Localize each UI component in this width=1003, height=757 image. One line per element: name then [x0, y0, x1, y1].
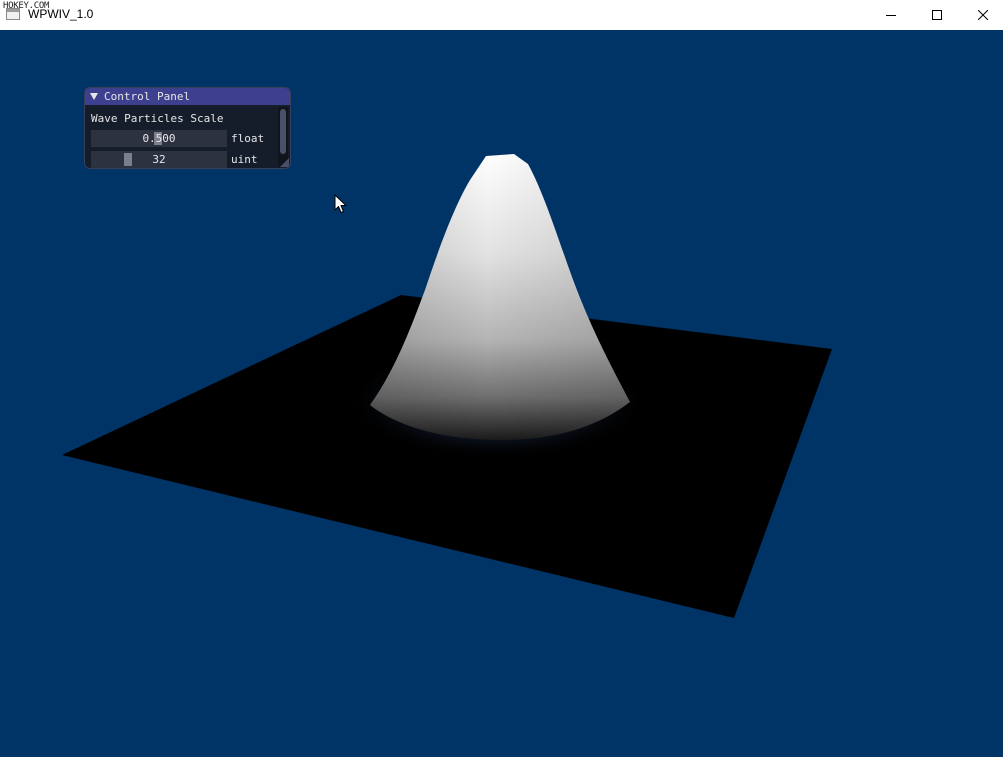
- panel-header[interactable]: Control Panel: [85, 88, 290, 105]
- render-viewport[interactable]: Control Panel Wave Particles Scale 0.500…: [0, 30, 1003, 757]
- slider-value: 32: [152, 153, 166, 166]
- window-title: WPWIV_1.0: [28, 7, 94, 21]
- scrollbar-grab[interactable]: [280, 109, 286, 154]
- section-label: Wave Particles Scale: [91, 112, 224, 125]
- scale-float-slider[interactable]: 0.500: [91, 130, 227, 147]
- slider-type-label: float: [231, 132, 265, 145]
- close-button[interactable]: [960, 0, 1003, 30]
- arrow-cursor-icon: [334, 194, 347, 213]
- application-window: HOKEY.COM WPWIV_1.0 Control Panel Wave P…: [0, 0, 1003, 757]
- scale-uint-slider[interactable]: 32: [91, 151, 227, 168]
- title-bar[interactable]: HOKEY.COM WPWIV_1.0: [0, 0, 1003, 30]
- minimize-button[interactable]: [868, 0, 914, 30]
- close-icon: [978, 10, 988, 20]
- slider-value: 0.500: [142, 132, 176, 145]
- maximize-button[interactable]: [914, 0, 960, 30]
- panel-title: Control Panel: [104, 90, 191, 103]
- control-panel[interactable]: Control Panel Wave Particles Scale 0.500…: [84, 87, 291, 169]
- maximize-icon: [932, 10, 942, 20]
- triangle-down-icon[interactable]: [90, 93, 98, 100]
- slider-type-label: uint: [231, 153, 258, 166]
- minimize-icon: [886, 15, 896, 16]
- resize-grip-icon[interactable]: [280, 158, 289, 167]
